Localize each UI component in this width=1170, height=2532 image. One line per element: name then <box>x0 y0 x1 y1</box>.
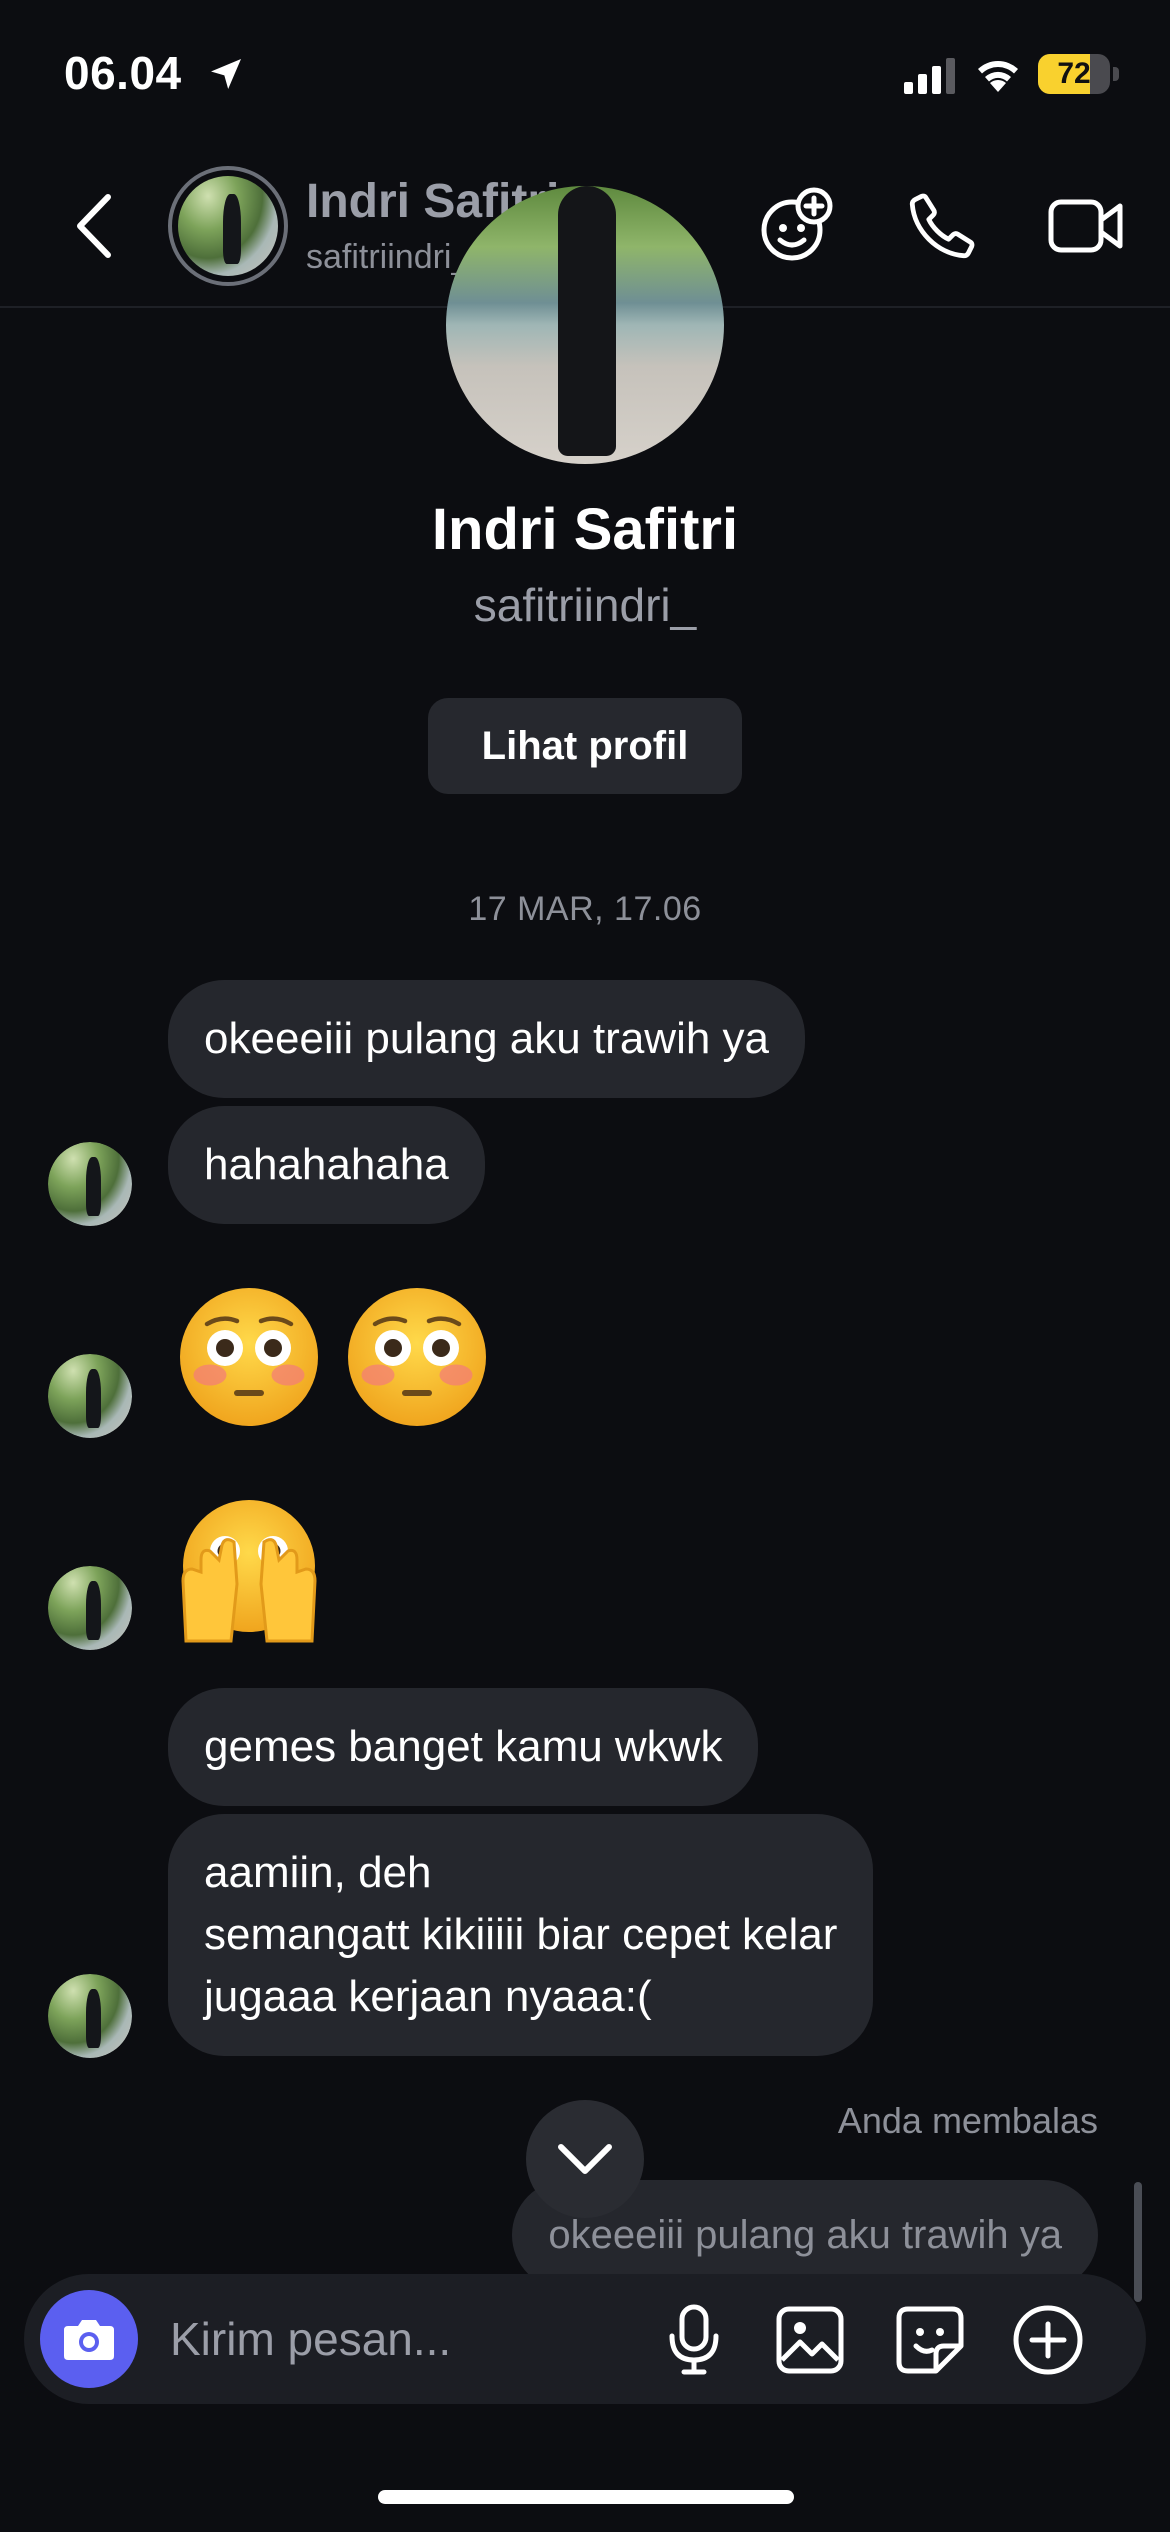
voice-message-button[interactable] <box>654 2300 734 2380</box>
add-effect-button[interactable] <box>756 186 836 266</box>
profile-username: safitriindri_ <box>473 579 697 631</box>
chevron-down-icon <box>558 2144 612 2174</box>
video-call-button[interactable] <box>1046 186 1126 266</box>
profile-name: Indri Safitri <box>431 497 739 562</box>
video-camera-icon <box>1048 199 1123 253</box>
message-input[interactable] <box>170 2304 640 2374</box>
phone-icon <box>909 193 975 259</box>
sender-avatar[interactable] <box>48 1974 132 2058</box>
header-avatar[interactable] <box>168 166 288 286</box>
face-with-open-eyes-and-hand-over-mouth-emoji[interactable] <box>174 1494 324 1644</box>
battery-percentage: 72 <box>1057 57 1091 90</box>
face-plus-icon <box>761 187 833 261</box>
sticker-icon <box>896 2306 964 2374</box>
message-bubble[interactable]: gemes banget kamu wkwk <box>168 1688 759 1806</box>
scrollbar[interactable] <box>1134 2182 1142 2302</box>
more-options-button[interactable] <box>1008 2300 1088 2380</box>
home-indicator <box>378 2490 794 2504</box>
microphone-icon <box>669 2304 719 2375</box>
gallery-button[interactable] <box>770 2300 850 2380</box>
sender-avatar[interactable] <box>48 1354 132 1438</box>
cellular-signal-icon <box>904 58 955 94</box>
voice-call-button[interactable] <box>902 186 982 266</box>
message-composer <box>24 2274 1146 2404</box>
view-profile-button[interactable]: Lihat profil <box>428 698 742 794</box>
flushed-face-emoji[interactable] <box>174 1282 324 1432</box>
sticker-button[interactable] <box>890 2300 970 2380</box>
wifi-icon <box>978 61 1018 92</box>
back-button[interactable] <box>66 188 122 264</box>
flushed-face-emoji[interactable] <box>342 1282 492 1432</box>
status-time: 06.04 <box>64 47 182 99</box>
chevron-left-icon <box>77 194 111 258</box>
scroll-to-bottom-button[interactable] <box>526 2100 644 2218</box>
reply-label: Anda membalas <box>837 2100 1098 2141</box>
profile-avatar[interactable] <box>446 186 724 464</box>
camera-button[interactable] <box>40 2290 138 2388</box>
message-bubble[interactable]: aamiin, deh semangatt kikiiiii biar cepe… <box>168 1814 874 2056</box>
camera-icon <box>64 2320 114 2360</box>
message-bubble[interactable]: hahahahaha <box>168 1106 485 1224</box>
status-bar: 06.04 72 <box>0 0 1170 150</box>
location-arrow-icon <box>211 59 241 89</box>
plus-circle-icon <box>1013 2305 1083 2375</box>
sender-avatar[interactable] <box>48 1566 132 1650</box>
battery-indicator: 72 <box>1038 54 1119 94</box>
message-timestamp: 17 MAR, 17.06 <box>468 890 702 928</box>
message-bubble[interactable]: okeeeiii pulang aku trawih ya <box>168 980 806 1098</box>
image-icon <box>776 2306 844 2374</box>
sender-avatar[interactable] <box>48 1142 132 1226</box>
header-contact-username[interactable]: safitriindri_ <box>306 238 470 277</box>
